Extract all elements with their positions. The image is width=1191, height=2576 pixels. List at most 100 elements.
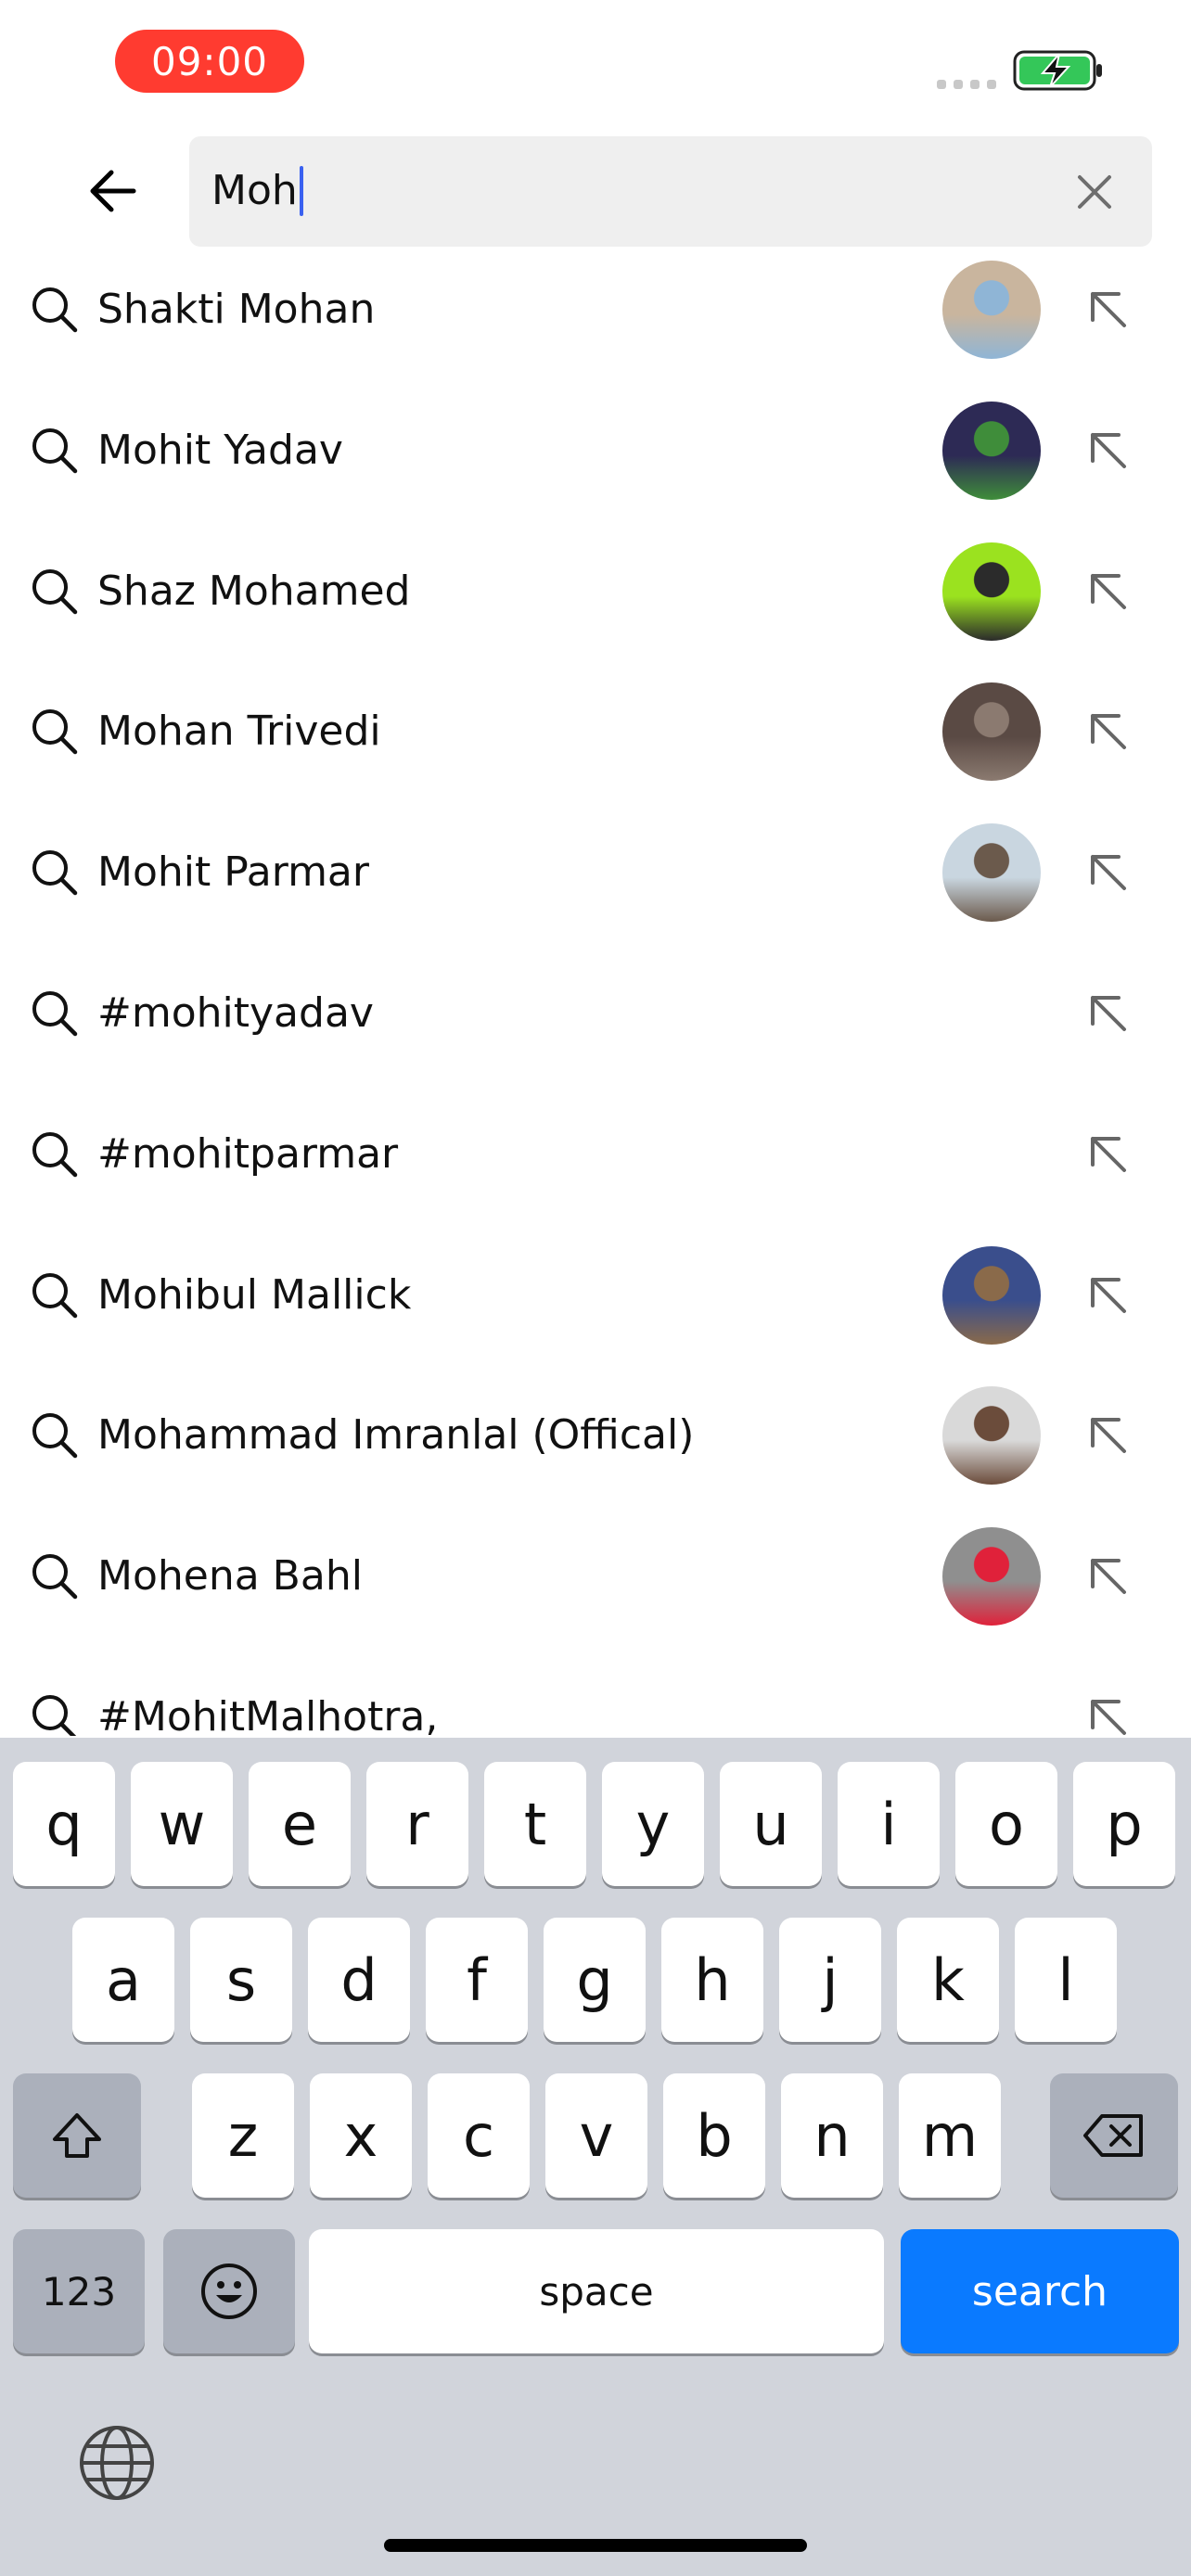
search-icon <box>32 709 78 755</box>
arrow-left-icon <box>90 170 136 212</box>
fill-query-arrow-icon[interactable] <box>1083 1270 1133 1320</box>
key-a[interactable]: a <box>72 1918 174 2042</box>
suggestion-label: Mohena Bahl <box>97 1552 363 1600</box>
suggestion-label: Mohibul Mallick <box>97 1270 412 1319</box>
emoji-key[interactable] <box>163 2229 295 2353</box>
clear-search-icon[interactable] <box>1070 168 1119 216</box>
suggestion-row[interactable]: Mohan Trivedi <box>0 674 1191 815</box>
suggestion-label: Mohan Trivedi <box>97 708 381 756</box>
search-icon <box>32 568 78 614</box>
fill-query-arrow-icon[interactable] <box>1083 707 1133 757</box>
key-c[interactable]: c <box>428 2073 530 2198</box>
search-key[interactable]: search <box>901 2229 1179 2353</box>
search-icon <box>32 991 78 1037</box>
key-h-label: h <box>694 1945 731 2014</box>
suggestion-row[interactable]: Shakti Mohan <box>0 252 1191 393</box>
key-w[interactable]: w <box>131 1762 233 1886</box>
key-u[interactable]: u <box>720 1762 822 1886</box>
fill-query-arrow-icon[interactable] <box>1083 567 1133 617</box>
key-a-label: a <box>106 1945 141 2014</box>
key-h[interactable]: h <box>661 1918 763 2042</box>
suggestion-row[interactable]: #MohitMalhotra, <box>0 1660 1191 1736</box>
key-z[interactable]: z <box>192 2073 294 2198</box>
key-n-label: n <box>813 2101 851 2170</box>
text-caret <box>299 166 303 216</box>
signal-icon <box>937 80 1000 89</box>
key-m[interactable]: m <box>899 2073 1001 2198</box>
key-s[interactable]: s <box>190 1918 292 2042</box>
space-key-label: space <box>539 2268 654 2315</box>
key-o-label: o <box>989 1790 1024 1858</box>
key-d[interactable]: d <box>308 1918 410 2042</box>
key-y[interactable]: y <box>602 1762 704 1886</box>
suggestion-row[interactable]: Mohammad Imranlal (Offical) <box>0 1378 1191 1519</box>
space-key[interactable]: space <box>309 2229 884 2353</box>
shift-icon <box>53 2113 101 2158</box>
key-x-label: x <box>343 2101 378 2170</box>
suggestion-row[interactable]: Mohibul Mallick <box>0 1238 1191 1379</box>
suggestion-label: Shaz Mohamed <box>97 567 411 615</box>
search-suggestions-list: Shakti Mohan Mohit Yadav Shaz Mohamed Mohan… <box>0 252 1191 1736</box>
suggestion-row[interactable]: Mohena Bahl <box>0 1519 1191 1660</box>
key-o[interactable]: o <box>955 1762 1057 1886</box>
key-d-label: d <box>340 1945 378 2014</box>
fill-query-arrow-icon[interactable] <box>1083 426 1133 476</box>
key-i-label: i <box>880 1790 897 1858</box>
key-j-label: j <box>822 1945 839 2014</box>
battery-charging-icon <box>1013 50 1102 91</box>
key-z-label: z <box>227 2101 259 2170</box>
key-r-label: r <box>405 1790 429 1858</box>
search-query-text: Moh <box>211 166 303 216</box>
search-icon <box>32 1695 77 1736</box>
key-y-label: y <box>635 1790 671 1858</box>
suggestion-row[interactable]: #mohitparmar <box>0 1097 1191 1238</box>
key-l-label: l <box>1057 1945 1074 2014</box>
key-c-label: c <box>462 2101 495 2170</box>
key-x[interactable]: x <box>310 2073 412 2198</box>
fill-query-arrow-icon[interactable] <box>1083 988 1133 1039</box>
avatar <box>942 1386 1041 1486</box>
key-i[interactable]: i <box>838 1762 940 1886</box>
numbers-key[interactable]: 123 <box>13 2229 145 2353</box>
key-f-label: f <box>467 1945 487 2014</box>
suggestion-row[interactable]: Shaz Mohamed <box>0 534 1191 675</box>
fill-query-arrow-icon[interactable] <box>1083 1410 1133 1460</box>
key-p[interactable]: p <box>1073 1762 1175 1886</box>
fill-query-arrow-icon[interactable] <box>1083 1692 1133 1736</box>
search-icon <box>32 1272 78 1318</box>
suggestion-label: #MohitMalhotra, <box>97 1693 439 1736</box>
search-input[interactable]: Moh <box>189 136 1152 247</box>
suggestion-label: #mohitparmar <box>97 1129 399 1178</box>
key-q[interactable]: q <box>13 1762 115 1886</box>
back-button[interactable] <box>74 158 148 224</box>
key-g[interactable]: g <box>544 1918 646 2042</box>
globe-icon[interactable] <box>78 2424 156 2502</box>
suggestion-label: Mohit Yadav <box>97 426 343 474</box>
key-e[interactable]: e <box>249 1762 351 1886</box>
key-j[interactable]: j <box>779 1918 881 2042</box>
key-k-label: k <box>931 1945 965 2014</box>
shift-key[interactable] <box>13 2073 141 2198</box>
fill-query-arrow-icon[interactable] <box>1083 848 1133 898</box>
key-e-label: e <box>281 1790 318 1858</box>
key-m-label: m <box>921 2101 979 2170</box>
fill-query-arrow-icon[interactable] <box>1083 1129 1133 1180</box>
key-t[interactable]: t <box>484 1762 586 1886</box>
key-r[interactable]: r <box>366 1762 468 1886</box>
key-u-label: u <box>752 1790 789 1858</box>
key-l[interactable]: l <box>1015 1918 1117 2042</box>
fill-query-arrow-icon[interactable] <box>1083 1551 1133 1601</box>
key-b[interactable]: b <box>663 2073 765 2198</box>
key-n[interactable]: n <box>781 2073 883 2198</box>
suggestion-row[interactable]: Mohit Yadav <box>0 393 1191 534</box>
key-f[interactable]: f <box>426 1918 528 2042</box>
backspace-icon <box>1083 2114 1143 2157</box>
suggestion-row[interactable]: Mohit Parmar <box>0 815 1191 956</box>
search-icon <box>32 287 78 333</box>
key-k[interactable]: k <box>897 1918 999 2042</box>
avatar <box>942 823 1041 923</box>
key-v[interactable]: v <box>545 2073 647 2198</box>
fill-query-arrow-icon[interactable] <box>1083 285 1133 335</box>
suggestion-row[interactable]: #mohityadav <box>0 956 1191 1097</box>
delete-key[interactable] <box>1050 2073 1178 2198</box>
